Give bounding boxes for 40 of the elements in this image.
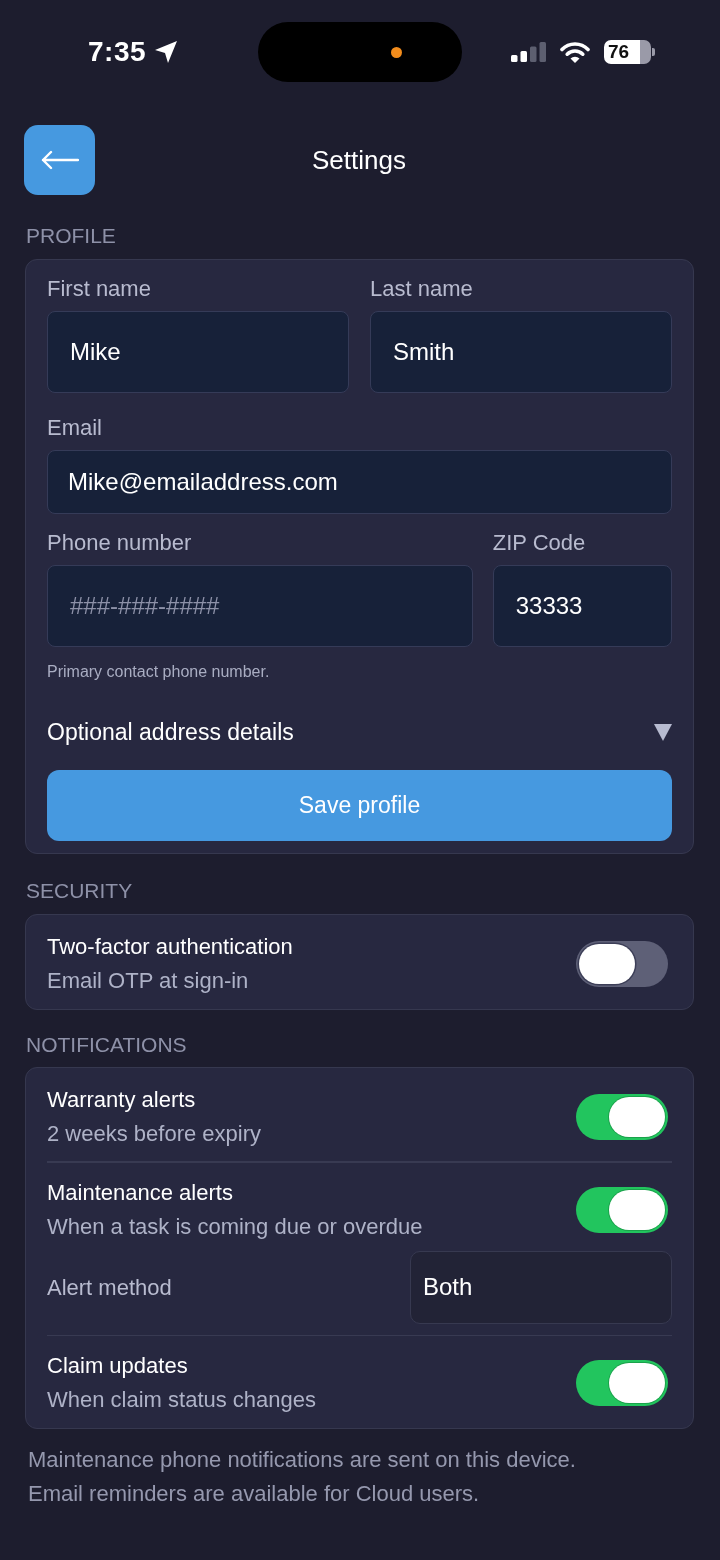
page-title: Settings xyxy=(312,147,406,173)
indicator-dot-icon xyxy=(391,46,402,58)
input-field[interactable]: 33333 xyxy=(492,565,672,647)
toggle-switch[interactable] xyxy=(576,1094,668,1140)
select-field[interactable]: Both xyxy=(410,1250,672,1324)
setting-title: Two-factor authentication xyxy=(47,933,293,961)
setting-subtitle: 2 weeks before expiry xyxy=(47,1120,261,1148)
signal-icon xyxy=(511,42,546,62)
setting-subtitle: When a task is coming due or overdue xyxy=(47,1212,423,1241)
section-heading: NOTIFICATIONS xyxy=(26,1032,188,1058)
wifi-icon xyxy=(560,41,590,63)
input-field[interactable]: Mike xyxy=(47,311,349,393)
input-field[interactable]: Smith xyxy=(370,311,672,393)
input-field[interactable]: Mike@emailaddress.com xyxy=(47,450,672,514)
helper-text: Primary contact phone number. xyxy=(47,662,271,682)
arrow-left-icon xyxy=(40,150,79,170)
field-label: Email xyxy=(47,415,103,441)
input-field[interactable]: ###-###-#### xyxy=(47,565,473,647)
toggle-switch[interactable] xyxy=(576,941,668,987)
toggle-switch[interactable] xyxy=(576,1186,668,1233)
field-label: ZIP Code xyxy=(492,530,587,556)
setting-title: Maintenance alerts xyxy=(47,1178,234,1207)
status-time: 7:35 xyxy=(88,38,147,66)
battery-indicator: 76 xyxy=(604,40,655,64)
toggle-switch[interactable] xyxy=(576,1360,668,1406)
field-label: First name xyxy=(47,276,152,302)
setting-title: Warranty alerts xyxy=(47,1086,197,1114)
footnote-text: Maintenance phone notifications are sent on this device. xyxy=(28,1446,577,1474)
address-details-toggle[interactable]: Optional address details xyxy=(47,707,672,757)
field-label: Last name xyxy=(370,276,474,302)
setting-subtitle: Email OTP at sign-in xyxy=(47,967,250,995)
setting-title: Claim updates xyxy=(47,1352,189,1380)
back-button[interactable] xyxy=(24,125,95,195)
location-arrow-icon xyxy=(154,40,179,64)
section-heading: SECURITY xyxy=(26,878,134,904)
footnote-text: Email reminders are available for Cloud users. xyxy=(28,1480,481,1508)
setting-label: Alert method xyxy=(47,1273,172,1302)
section-heading: PROFILE xyxy=(26,223,117,249)
field-label: Phone number xyxy=(47,530,193,556)
setting-subtitle: When claim status changes xyxy=(47,1386,317,1414)
